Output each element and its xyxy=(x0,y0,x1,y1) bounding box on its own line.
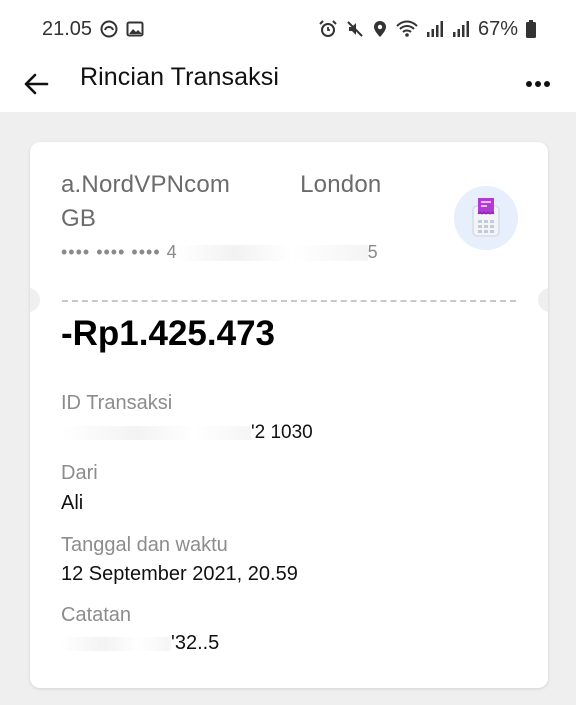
merchant-info: a.NordVPNcom London GB xyxy=(61,168,441,236)
back-button[interactable] xyxy=(20,68,52,100)
transaction-id-label: ID Transaksi xyxy=(61,392,173,414)
transaction-id-visible: '2 1030 xyxy=(251,422,313,443)
note-value: '32..5 xyxy=(61,632,219,655)
transaction-card: a.NordVPNcom London GB •••• •••• •••• 45 … xyxy=(30,142,548,688)
note-redacted xyxy=(61,636,171,651)
datetime-value: 12 September 2021, 20.59 xyxy=(61,563,298,585)
payment-terminal-icon xyxy=(454,186,518,250)
status-right: 67% xyxy=(318,18,536,41)
alarm-icon xyxy=(318,20,338,38)
more-options-button[interactable] xyxy=(522,68,554,100)
gallery-icon xyxy=(126,20,144,38)
from-label: Dari xyxy=(61,462,98,484)
card-number: •••• •••• •••• 4 5 xyxy=(61,242,421,263)
dashed-divider xyxy=(62,300,516,302)
note-visible: '32..5 xyxy=(171,632,220,654)
card-number-prefix: •••• •••• •••• 4 xyxy=(61,242,178,262)
whatsapp-icon xyxy=(100,20,118,38)
merchant-name: a.NordVPNcom xyxy=(61,171,231,198)
card-number-suffix: 5 xyxy=(367,242,379,262)
location-icon xyxy=(372,20,388,38)
datetime-label: Tanggal dan waktu xyxy=(61,534,228,556)
card-notch-right xyxy=(538,288,548,312)
signal-icon xyxy=(426,20,444,38)
mute-icon xyxy=(346,20,364,38)
status-time: 21.05 xyxy=(42,17,93,40)
status-bar: 21.05 67% xyxy=(0,0,576,58)
arrow-left-icon xyxy=(24,73,49,95)
wifi-icon xyxy=(396,20,418,38)
merchant-city: London xyxy=(300,171,382,198)
card-number-redacted xyxy=(177,245,368,262)
from-value: Ali xyxy=(61,492,84,514)
app-bar: Rincian Transaksi xyxy=(0,58,576,112)
transaction-id-value: '2 1030 xyxy=(61,422,313,444)
more-horizontal-icon xyxy=(526,81,550,87)
battery-icon xyxy=(526,20,536,38)
battery-percent: 67% xyxy=(477,17,518,40)
note-label: Catatan xyxy=(61,604,132,626)
status-left: 21.05 xyxy=(42,18,144,41)
page-title: Rincian Transaksi xyxy=(80,63,280,91)
card-notch-left xyxy=(30,288,40,312)
signal-icon xyxy=(452,20,470,38)
transaction-id-redacted xyxy=(61,425,251,440)
transaction-amount: -Rp1.425.473 xyxy=(61,314,276,353)
merchant-country: GB xyxy=(61,205,97,232)
